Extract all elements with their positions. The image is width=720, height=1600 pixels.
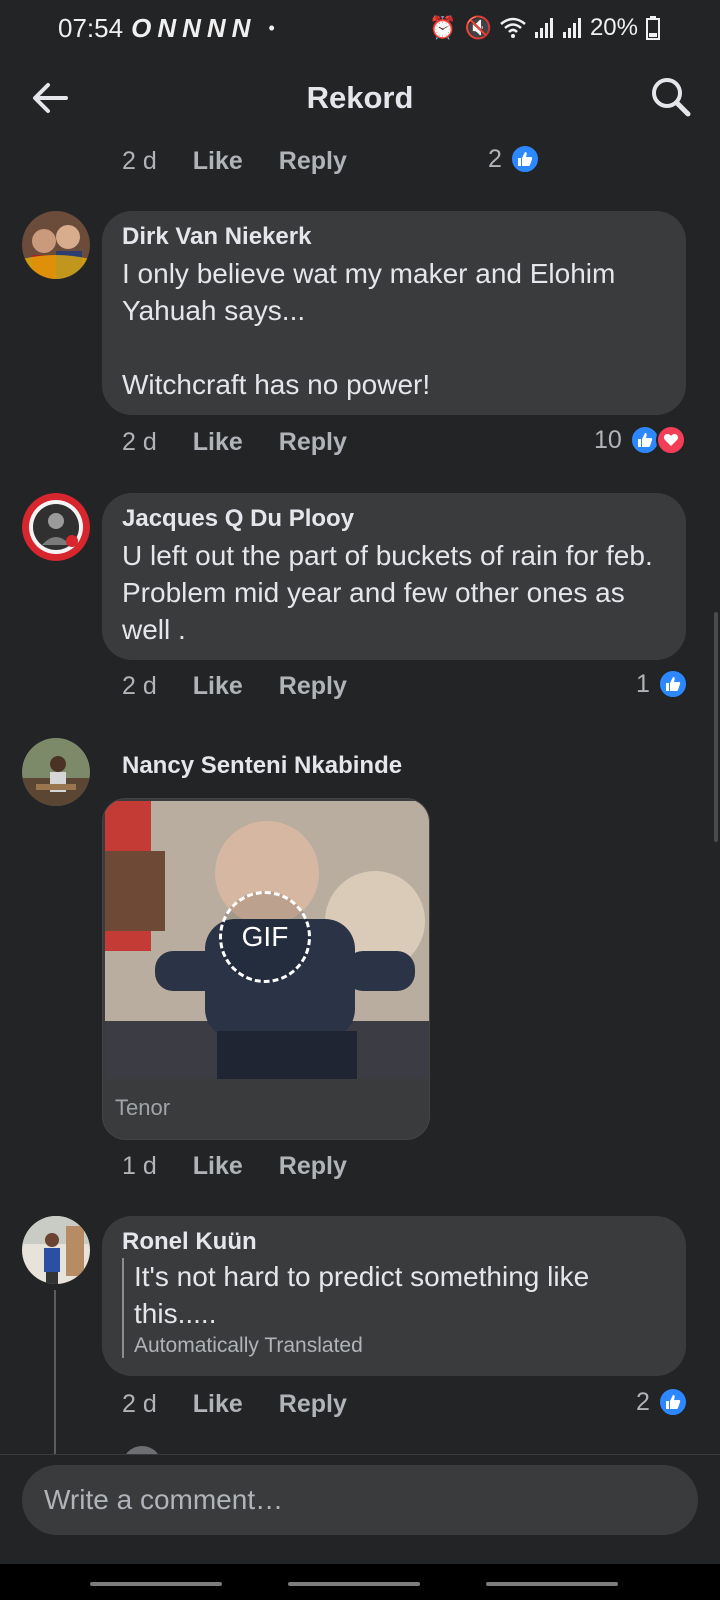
comment-bubble[interactable]: Ronel Kuün It's not hard to predict some… [102,1216,686,1376]
comment-input-placeholder: Write a comment… [44,1484,284,1515]
notification-icon: N [157,12,179,43]
translated-block: It's not hard to predict something like … [122,1258,666,1358]
like-button[interactable]: Like [193,1152,243,1181]
reaction-count: 10 [594,425,622,454]
comment-author[interactable]: Nancy Senteni Nkabinde [122,752,402,780]
reaction-summary[interactable]: 10 [594,422,686,458]
signal-icon [534,18,553,38]
search-icon[interactable] [648,74,692,118]
comment-timestamp: 2 d [122,146,157,175]
comment-author[interactable]: Ronel Kuün [122,1228,666,1256]
comment-bubble[interactable]: Dirk Van Niekerk I only believe wat my m… [102,211,686,415]
alarm-icon: ⏰ [429,15,457,40]
like-reaction-icon [509,144,540,174]
gif-play-badge[interactable]: GIF [219,891,311,983]
recent-apps-button[interactable] [90,1582,222,1586]
avatar-image [22,493,90,561]
like-reaction-icon [657,1387,688,1417]
reaction-count: 1 [636,669,650,698]
mute-icon: 🔇 [464,15,492,40]
wifi-icon [500,17,526,38]
reaction-count: 2 [636,1387,650,1416]
reply-button[interactable]: Reply [279,1390,347,1419]
comment-timestamp: 1 d [122,1151,157,1180]
comment-input[interactable]: Write a comment… [22,1465,698,1535]
reply-button[interactable]: Reply [279,672,347,701]
comment-header: Nancy Senteni Nkabinde [122,748,402,784]
comment-actions: 2 d Like Reply [122,666,347,706]
like-button[interactable]: Like [193,428,243,457]
more-notifications-dot: • [268,17,275,38]
comment-actions: 1 d Like Reply [122,1146,347,1186]
avatar[interactable] [22,493,90,561]
notification-icon: O [131,12,154,43]
reaction-summary[interactable]: 2 [636,1384,688,1420]
system-nav-bar [0,1564,720,1600]
avatar[interactable] [22,738,90,806]
clock: 07:54 [58,12,124,43]
signal-icon [562,18,581,38]
comment-text: U left out the part of buckets of rain f… [122,540,653,645]
like-button[interactable]: Like [193,1390,243,1419]
status-bar: 07:54 O N N N N • ⏰ 🔇 20% [0,0,720,56]
gif-attachment[interactable]: GIF Tenor [102,798,430,1140]
reaction-summary[interactable]: 2 [488,141,540,177]
page-title: Rekord [306,80,414,115]
translation-label[interactable]: Automatically Translated [134,1334,666,1358]
app-bar: Rekord [0,62,720,134]
comment-timestamp: 2 d [122,427,157,456]
comment-actions: 2 d Like Reply [122,1384,347,1424]
comment-bubble[interactable]: Jacques Q Du Plooy U left out the part o… [102,493,686,660]
like-button[interactable]: Like [193,147,243,176]
comment-timestamp: 2 d [122,671,157,700]
comment-actions: 2 d Like Reply [122,141,347,181]
reply-button[interactable]: Reply [279,147,347,176]
avatar-image [22,1216,90,1284]
comment-timestamp: 2 d [122,1389,157,1418]
avatar-image [22,738,90,806]
gif-label: GIF [241,921,289,952]
notification-icon: N [206,12,228,43]
reply-button[interactable]: Reply [279,1152,347,1181]
status-right: ⏰ 🔇 20% [429,14,660,42]
avatar[interactable] [22,211,90,279]
comment-author[interactable]: Dirk Van Niekerk [122,223,666,251]
avatar-image [22,211,90,279]
like-button[interactable]: Like [193,672,243,701]
notification-icons: O N N N N [131,13,252,44]
reaction-summary[interactable]: 1 [636,666,688,702]
gif-source-label[interactable]: Tenor [115,1095,170,1121]
love-reaction-icon [655,425,686,455]
comment-actions: 2 d Like Reply [122,422,347,462]
reply-button[interactable]: Reply [279,428,347,457]
reply-thread-line [54,1290,56,1460]
home-button[interactable] [288,1582,420,1586]
like-reaction-icon [657,669,688,699]
battery-icon [646,16,660,40]
back-arrow-icon[interactable] [28,76,72,120]
battery-percent: 20% [589,14,638,41]
scrollbar[interactable] [714,612,718,842]
notification-icon: N [231,12,253,43]
reaction-count: 2 [488,144,502,173]
comment-composer-bar: Write a comment… [0,1454,720,1564]
comment-text: I only believe wat my maker and Elohim Y… [122,258,616,400]
avatar[interactable] [22,1216,90,1284]
back-button[interactable] [486,1582,618,1586]
comment-text: It's not hard to predict something like … [134,1261,590,1329]
notification-icon: N [182,12,203,43]
status-left: 07:54 O N N N N • [58,13,275,44]
comment-author[interactable]: Jacques Q Du Plooy [122,505,666,533]
